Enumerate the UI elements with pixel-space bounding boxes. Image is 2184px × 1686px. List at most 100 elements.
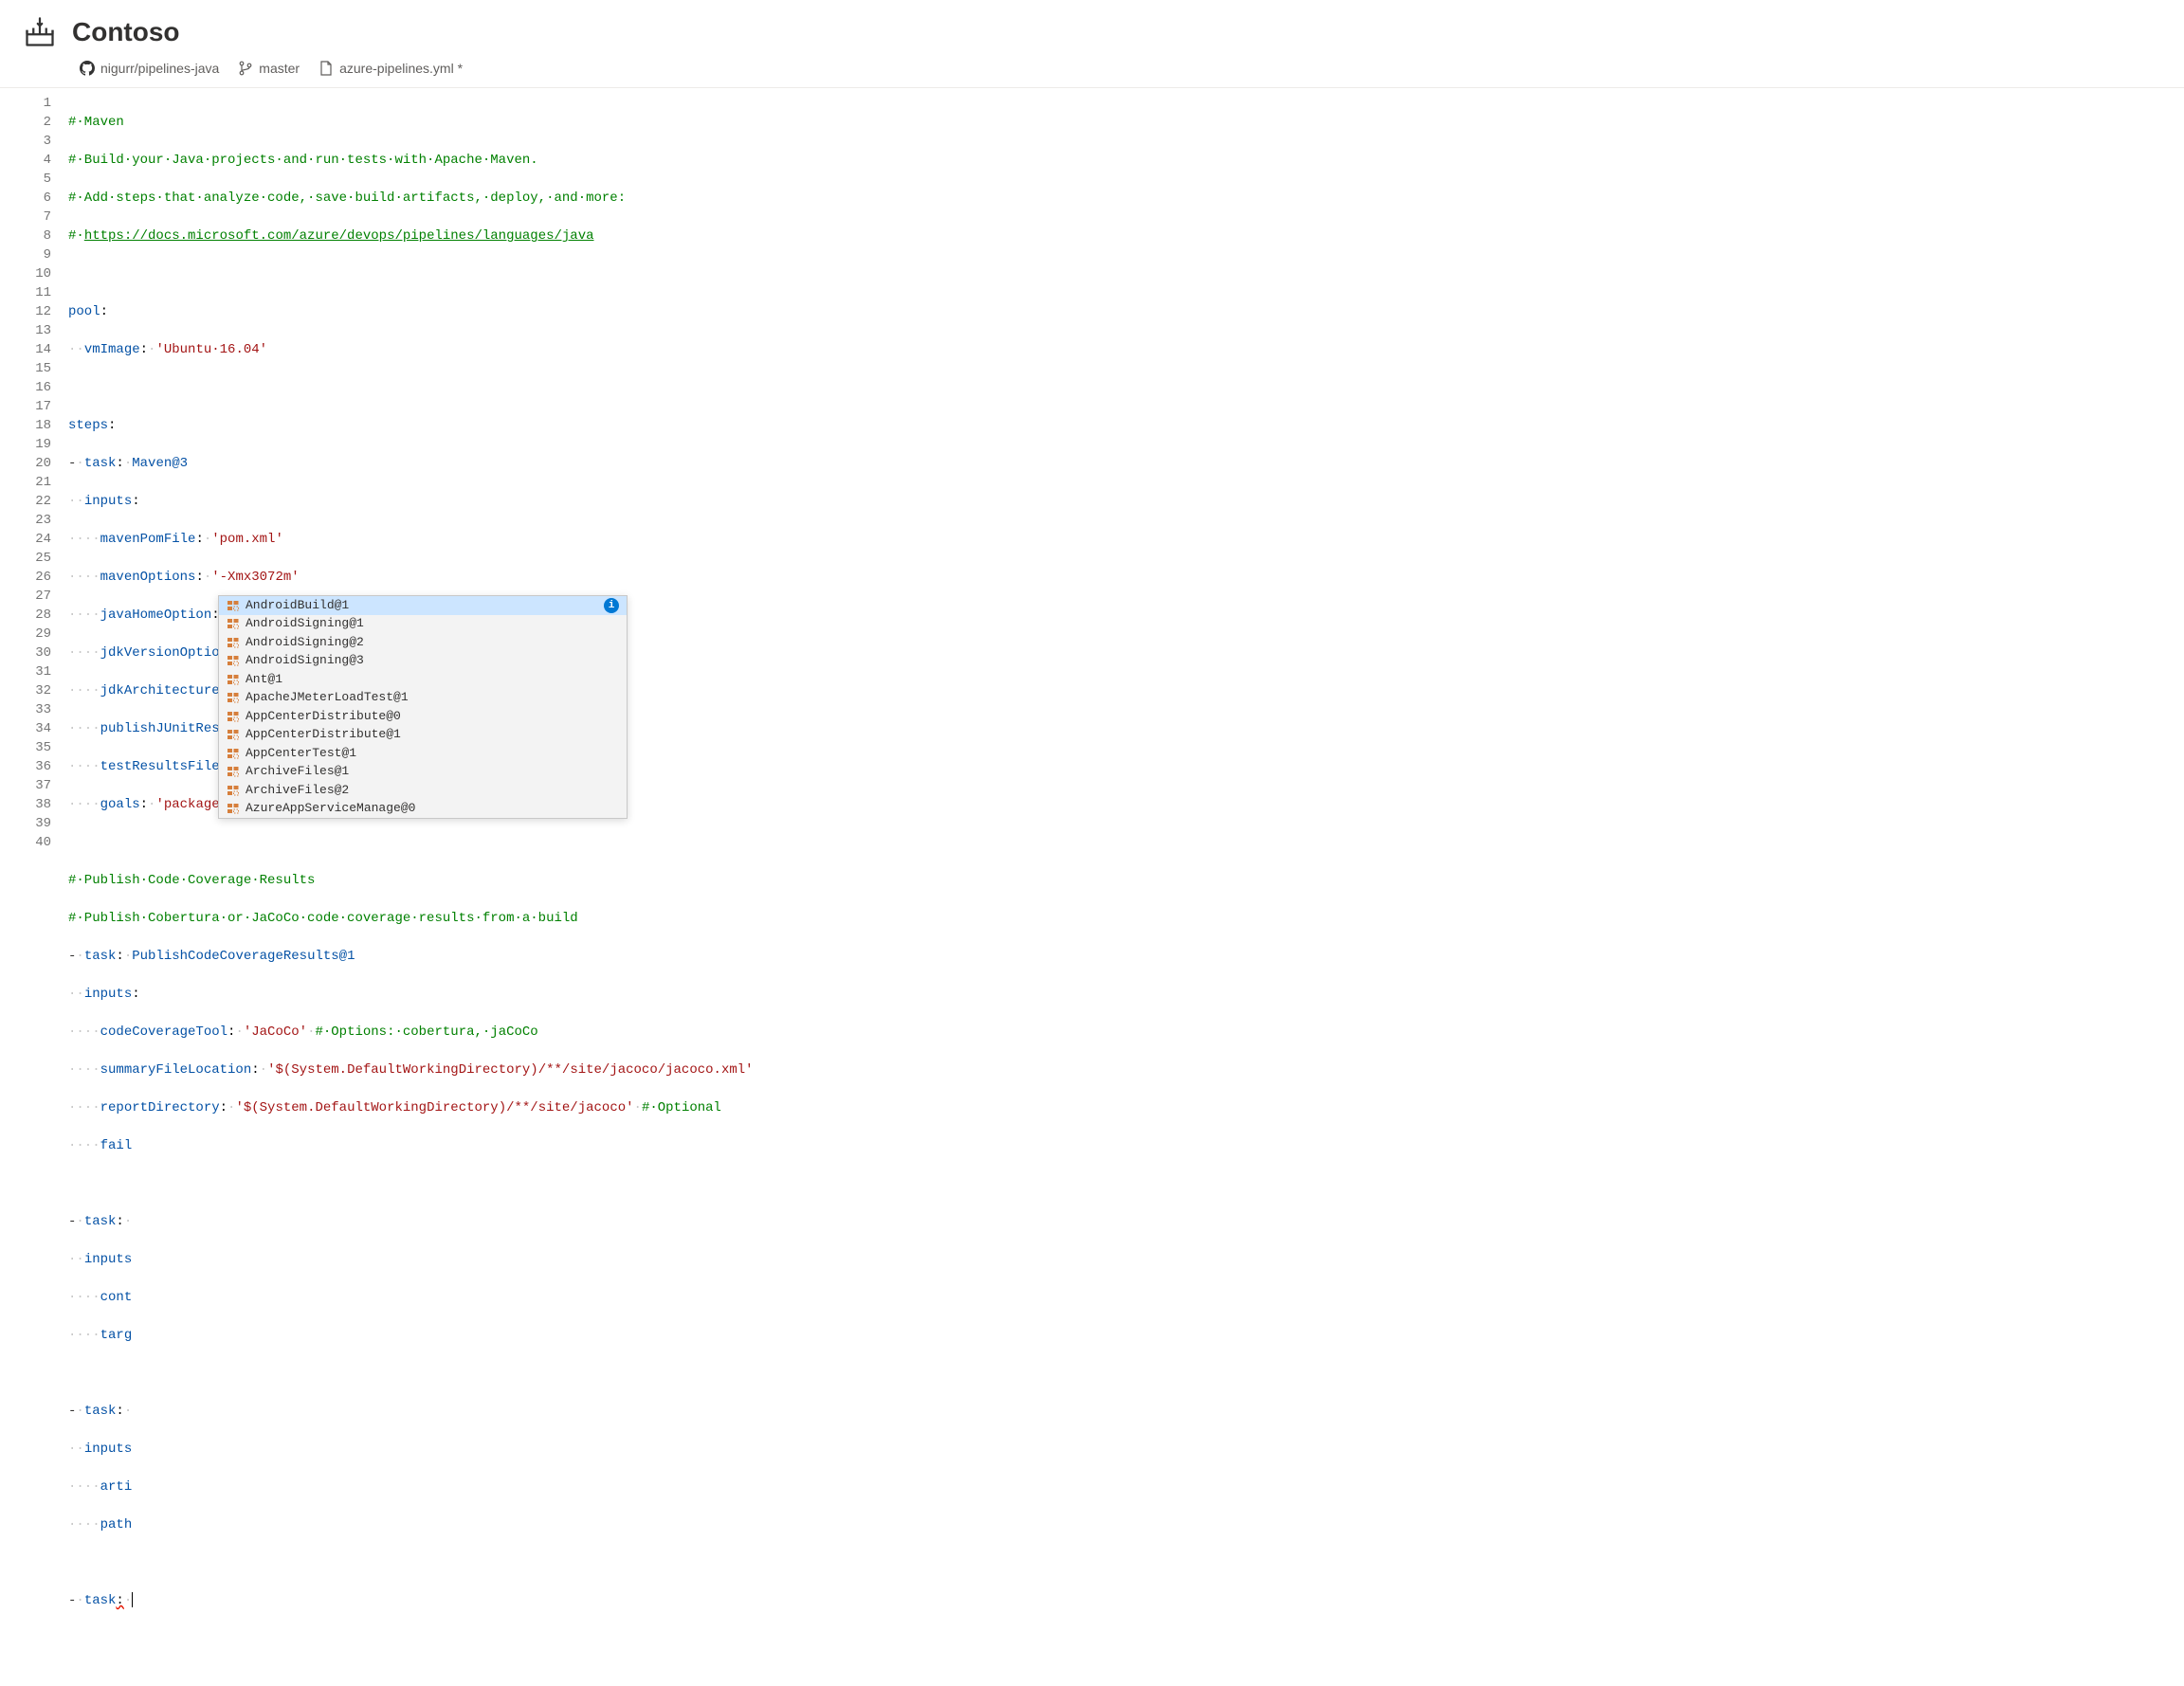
code-text: inputs — [84, 1252, 132, 1267]
line-number: 17 — [0, 397, 51, 416]
intellisense-label: AzureAppServiceManage@0 — [246, 799, 619, 818]
repo-label: nigurr/pipelines-java — [100, 61, 219, 76]
code-text: '$(System.DefaultWorkingDirectory)/**/si… — [235, 1100, 633, 1115]
intellisense-label: ApacheJMeterLoadTest@1 — [246, 688, 619, 707]
branch-crumb[interactable]: master — [238, 61, 300, 76]
code-text: #· — [68, 228, 84, 244]
intellisense-label: AndroidBuild@1 — [246, 596, 598, 615]
code-text: '$(System.DefaultWorkingDirectory)/**/si… — [267, 1062, 753, 1078]
intellisense-label: AndroidSigning@2 — [246, 633, 619, 652]
code-text: inputs — [84, 494, 132, 509]
intellisense-label: AppCenterDistribute@0 — [246, 707, 619, 726]
code-text: 'pom.xml' — [211, 532, 283, 547]
code-text: '-Xmx3072m' — [211, 570, 299, 585]
code-text: #·Add·steps·that·analyze·code,·save·buil… — [68, 190, 626, 206]
line-number: 31 — [0, 662, 51, 681]
code-editor[interactable]: 1234567891011121314151617181920212223242… — [0, 87, 2184, 1686]
line-number: 39 — [0, 814, 51, 833]
line-number: 29 — [0, 625, 51, 644]
intellisense-item[interactable]: AppCenterDistribute@1 — [219, 726, 627, 745]
code-text: steps — [68, 418, 108, 433]
line-number: 27 — [0, 587, 51, 606]
line-number: 14 — [0, 340, 51, 359]
code-text: jdkVersionOption — [100, 645, 228, 661]
code-text: 'JaCoCo' — [244, 1024, 307, 1040]
line-number: 33 — [0, 700, 51, 719]
code-text: path — [100, 1517, 133, 1532]
line-number: 1 — [0, 94, 51, 113]
code-text: #·Publish·Cobertura·or·JaCoCo·code·cover… — [68, 911, 578, 926]
line-number: 13 — [0, 321, 51, 340]
code-text: inputs — [84, 1441, 132, 1457]
line-number: 36 — [0, 757, 51, 776]
intellisense-item[interactable]: ArchiveFiles@2 — [219, 781, 627, 800]
intellisense-item[interactable]: Ant@1 — [219, 670, 627, 689]
line-number: 38 — [0, 795, 51, 814]
branch-icon — [238, 61, 253, 76]
code-text: task — [84, 1214, 117, 1229]
intellisense-label: Ant@1 — [246, 670, 619, 689]
file-icon — [318, 61, 334, 76]
line-number: 26 — [0, 568, 51, 587]
breadcrumb: nigurr/pipelines-java master azure-pipel… — [0, 57, 2184, 87]
code-text: task — [84, 1593, 117, 1608]
intellisense-item[interactable]: AndroidSigning@1 — [219, 615, 627, 634]
intellisense-item[interactable]: AzureAppServiceManage@0 — [219, 800, 627, 819]
line-number: 12 — [0, 302, 51, 321]
line-number: 2 — [0, 113, 51, 132]
line-number: 34 — [0, 719, 51, 738]
code-text: task — [84, 456, 117, 471]
file-crumb[interactable]: azure-pipelines.yml * — [318, 61, 463, 76]
line-number: 22 — [0, 492, 51, 511]
code-text: codeCoverageTool — [100, 1024, 228, 1040]
code-text: task — [84, 949, 117, 964]
code-text: pool — [68, 304, 100, 319]
code-text: #·Optional — [642, 1100, 721, 1115]
line-number: 25 — [0, 549, 51, 568]
line-number: 7 — [0, 208, 51, 227]
line-number: 28 — [0, 606, 51, 625]
line-number: 15 — [0, 359, 51, 378]
intellisense-label: ArchiveFiles@2 — [246, 781, 619, 800]
line-number: 40 — [0, 833, 51, 852]
intellisense-label: ArchiveFiles@1 — [246, 762, 619, 781]
intellisense-item[interactable]: ApacheJMeterLoadTest@1 — [219, 689, 627, 708]
line-number: 16 — [0, 378, 51, 397]
intellisense-item[interactable]: AndroidBuild@1 i — [219, 596, 627, 615]
line-number: 11 — [0, 283, 51, 302]
intellisense-item[interactable]: AndroidSigning@2 — [219, 633, 627, 652]
code-area[interactable]: #·Maven #·Build·your·Java·projects·and·r… — [68, 88, 2184, 1686]
code-text: testResultsFiles — [100, 759, 228, 774]
intellisense-item[interactable]: AndroidSigning@3 — [219, 652, 627, 671]
github-icon — [80, 61, 95, 76]
line-number: 9 — [0, 245, 51, 264]
code-text: #·Options:·cobertura,·jaCoCo — [315, 1024, 537, 1040]
code-text: Maven@3 — [132, 456, 188, 471]
line-number: 6 — [0, 189, 51, 208]
intellisense-label: AppCenterTest@1 — [246, 744, 619, 763]
line-number: 18 — [0, 416, 51, 435]
code-text: targ — [100, 1328, 133, 1343]
line-number: 19 — [0, 435, 51, 454]
snippet-icon — [227, 710, 240, 723]
line-number: 32 — [0, 681, 51, 700]
intellisense-item[interactable]: AppCenterDistribute@0 — [219, 707, 627, 726]
code-text: goals — [100, 797, 140, 812]
intellisense-item[interactable]: AppCenterTest@1 — [219, 744, 627, 763]
line-number: 20 — [0, 454, 51, 473]
snippet-icon — [227, 765, 240, 778]
intellisense-label: AndroidSigning@1 — [246, 614, 619, 633]
line-number: 23 — [0, 511, 51, 530]
intellisense-popup[interactable]: AndroidBuild@1iAndroidSigning@1AndroidSi… — [218, 595, 628, 819]
snippet-icon — [227, 728, 240, 741]
code-text: task — [84, 1404, 117, 1419]
code-text: PublishCodeCoverageResults@1 — [132, 949, 355, 964]
line-number: 3 — [0, 132, 51, 151]
line-number: 8 — [0, 227, 51, 245]
snippet-icon — [227, 784, 240, 797]
code-link[interactable]: https://docs.microsoft.com/azure/devops/… — [84, 228, 594, 244]
code-text: summaryFileLocation — [100, 1062, 252, 1078]
repo-crumb[interactable]: nigurr/pipelines-java — [80, 61, 219, 76]
intellisense-item[interactable]: ArchiveFiles@1 — [219, 763, 627, 782]
info-icon[interactable]: i — [604, 598, 619, 613]
